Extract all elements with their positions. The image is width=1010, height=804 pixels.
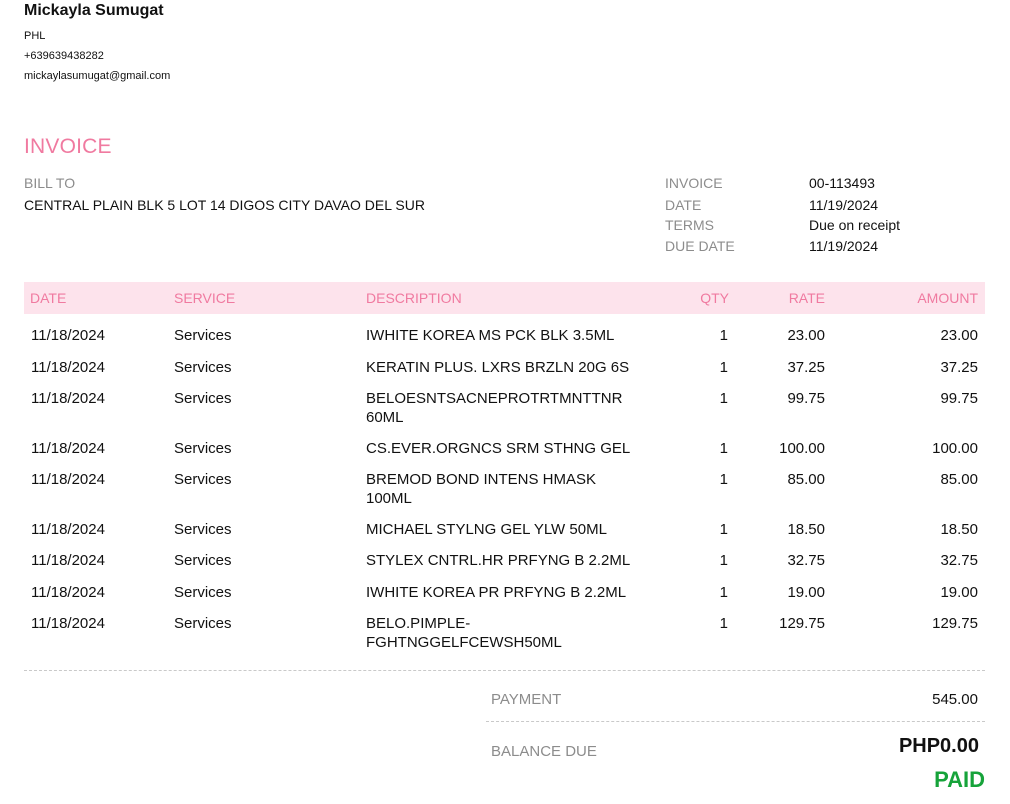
row-amount: 85.00: [940, 471, 978, 488]
row-qty: 1: [719, 521, 728, 538]
header-service: SERVICE: [174, 290, 236, 306]
company-phone: +639639438282: [24, 50, 104, 62]
row-amount: 100.00: [932, 440, 978, 457]
row-qty: 1: [719, 359, 728, 376]
row-rate: 99.75: [787, 390, 825, 407]
row-qty: 1: [719, 390, 728, 407]
row-rate: 18.50: [787, 521, 825, 538]
header-amount: AMOUNT: [917, 290, 978, 306]
row-service: Services: [174, 440, 232, 457]
table-header: DATE SERVICE DESCRIPTION QTY RATE AMOUNT: [24, 282, 985, 314]
row-service: Services: [174, 327, 232, 344]
row-rate: 129.75: [779, 615, 825, 632]
row-service: Services: [174, 471, 232, 488]
row-date: 11/18/2024: [31, 521, 105, 538]
row-description: KERATIN PLUS. LXRS BRZLN 20G 6S: [366, 359, 630, 376]
row-description: STYLEX CNTRL.HR PRFYNG B 2.2ML: [366, 552, 631, 569]
totals-divider: [24, 670, 985, 671]
row-description: IWHITE KOREA MS PCK BLK 3.5ML: [366, 327, 615, 344]
company-email: mickaylasumugat@gmail.com: [24, 70, 171, 82]
row-rate: 85.00: [787, 471, 825, 488]
row-description: BELO.PIMPLE-FGHTNGGELFCEWSH50ML: [366, 615, 562, 651]
row-qty: 1: [719, 584, 728, 601]
row-service: Services: [174, 552, 232, 569]
row-amount: 19.00: [940, 584, 978, 601]
row-rate: 37.25: [787, 359, 825, 376]
row-service: Services: [174, 359, 232, 376]
row-date: 11/18/2024: [31, 359, 105, 376]
row-date: 11/18/2024: [31, 440, 105, 457]
header-qty: QTY: [700, 290, 729, 306]
header-date: DATE: [30, 290, 67, 306]
paid-status-badge: PAID: [934, 767, 985, 792]
row-date: 11/18/2024: [31, 584, 105, 601]
row-qty: 1: [719, 440, 728, 457]
payment-value: 545.00: [932, 691, 978, 708]
terms-label: TERMS: [665, 217, 714, 233]
row-amount: 129.75: [932, 615, 978, 632]
bill-to-address: CENTRAL PLAIN BLK 5 LOT 14 DIGOS CITY DA…: [24, 197, 425, 213]
row-amount: 99.75: [940, 390, 978, 407]
row-description: MICHAEL STYLNG GEL YLW 50ML: [366, 521, 607, 538]
balance-due-value: PHP0.00: [898, 735, 979, 757]
due-date-value: 11/19/2024: [809, 238, 879, 254]
row-date: 11/18/2024: [31, 552, 105, 569]
invoice-number-label: INVOICE: [665, 175, 723, 191]
row-description: CS.EVER.ORGNCS SRM STHNG GEL: [366, 440, 631, 457]
invoice-number-value: 00-113493: [809, 175, 875, 191]
row-date: 11/18/2024: [31, 615, 105, 632]
row-rate: 100.00: [779, 440, 825, 457]
row-rate: 19.00: [787, 584, 825, 601]
row-description: BREMOD BOND INTENS HMASK 100ML: [366, 471, 597, 507]
row-amount: 32.75: [940, 552, 978, 569]
row-amount: 37.25: [940, 359, 978, 376]
row-date: 11/18/2024: [31, 390, 105, 407]
bill-to-label: BILL TO: [24, 175, 76, 191]
invoice-title: INVOICE: [24, 135, 112, 158]
invoice-date-label: DATE: [665, 197, 702, 213]
terms-value: Due on receipt: [809, 217, 901, 233]
due-date-label: DUE DATE: [665, 238, 735, 254]
row-amount: 23.00: [940, 327, 978, 344]
row-service: Services: [174, 615, 232, 632]
row-date: 11/18/2024: [31, 327, 105, 344]
row-amount: 18.50: [940, 521, 978, 538]
company-country: PHL: [24, 30, 46, 42]
row-description: BELOESNTSACNEPROTRTMNTTNR 60ML: [366, 390, 623, 426]
row-rate: 23.00: [787, 327, 825, 344]
balance-due-label: BALANCE DUE: [491, 743, 597, 760]
row-qty: 1: [719, 327, 728, 344]
header-rate: RATE: [788, 290, 825, 306]
row-service: Services: [174, 584, 232, 601]
row-description: IWHITE KOREA PR PRFYNG B 2.2ML: [366, 584, 627, 601]
company-name: Mickayla Sumugat: [24, 2, 164, 19]
row-rate: 32.75: [787, 552, 825, 569]
invoice-date-value: 11/19/2024: [809, 197, 879, 213]
payment-label: PAYMENT: [491, 691, 562, 708]
balance-divider: [486, 721, 985, 722]
row-qty: 1: [719, 552, 728, 569]
header-description: DESCRIPTION: [366, 290, 462, 306]
row-qty: 1: [719, 471, 728, 488]
row-service: Services: [174, 390, 232, 407]
row-date: 11/18/2024: [31, 471, 105, 488]
row-service: Services: [174, 521, 232, 538]
row-qty: 1: [719, 615, 728, 632]
